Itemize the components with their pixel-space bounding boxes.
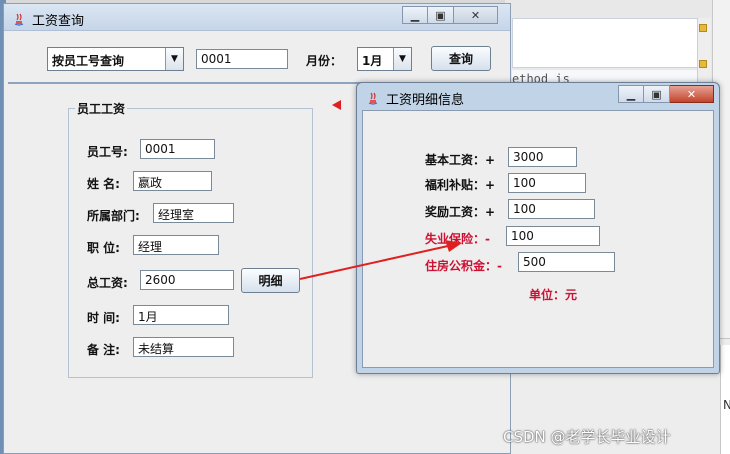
annotation-arrow-icon — [299, 240, 462, 280]
watermark-text: CSDN @老学长毕业设计 — [503, 428, 671, 446]
